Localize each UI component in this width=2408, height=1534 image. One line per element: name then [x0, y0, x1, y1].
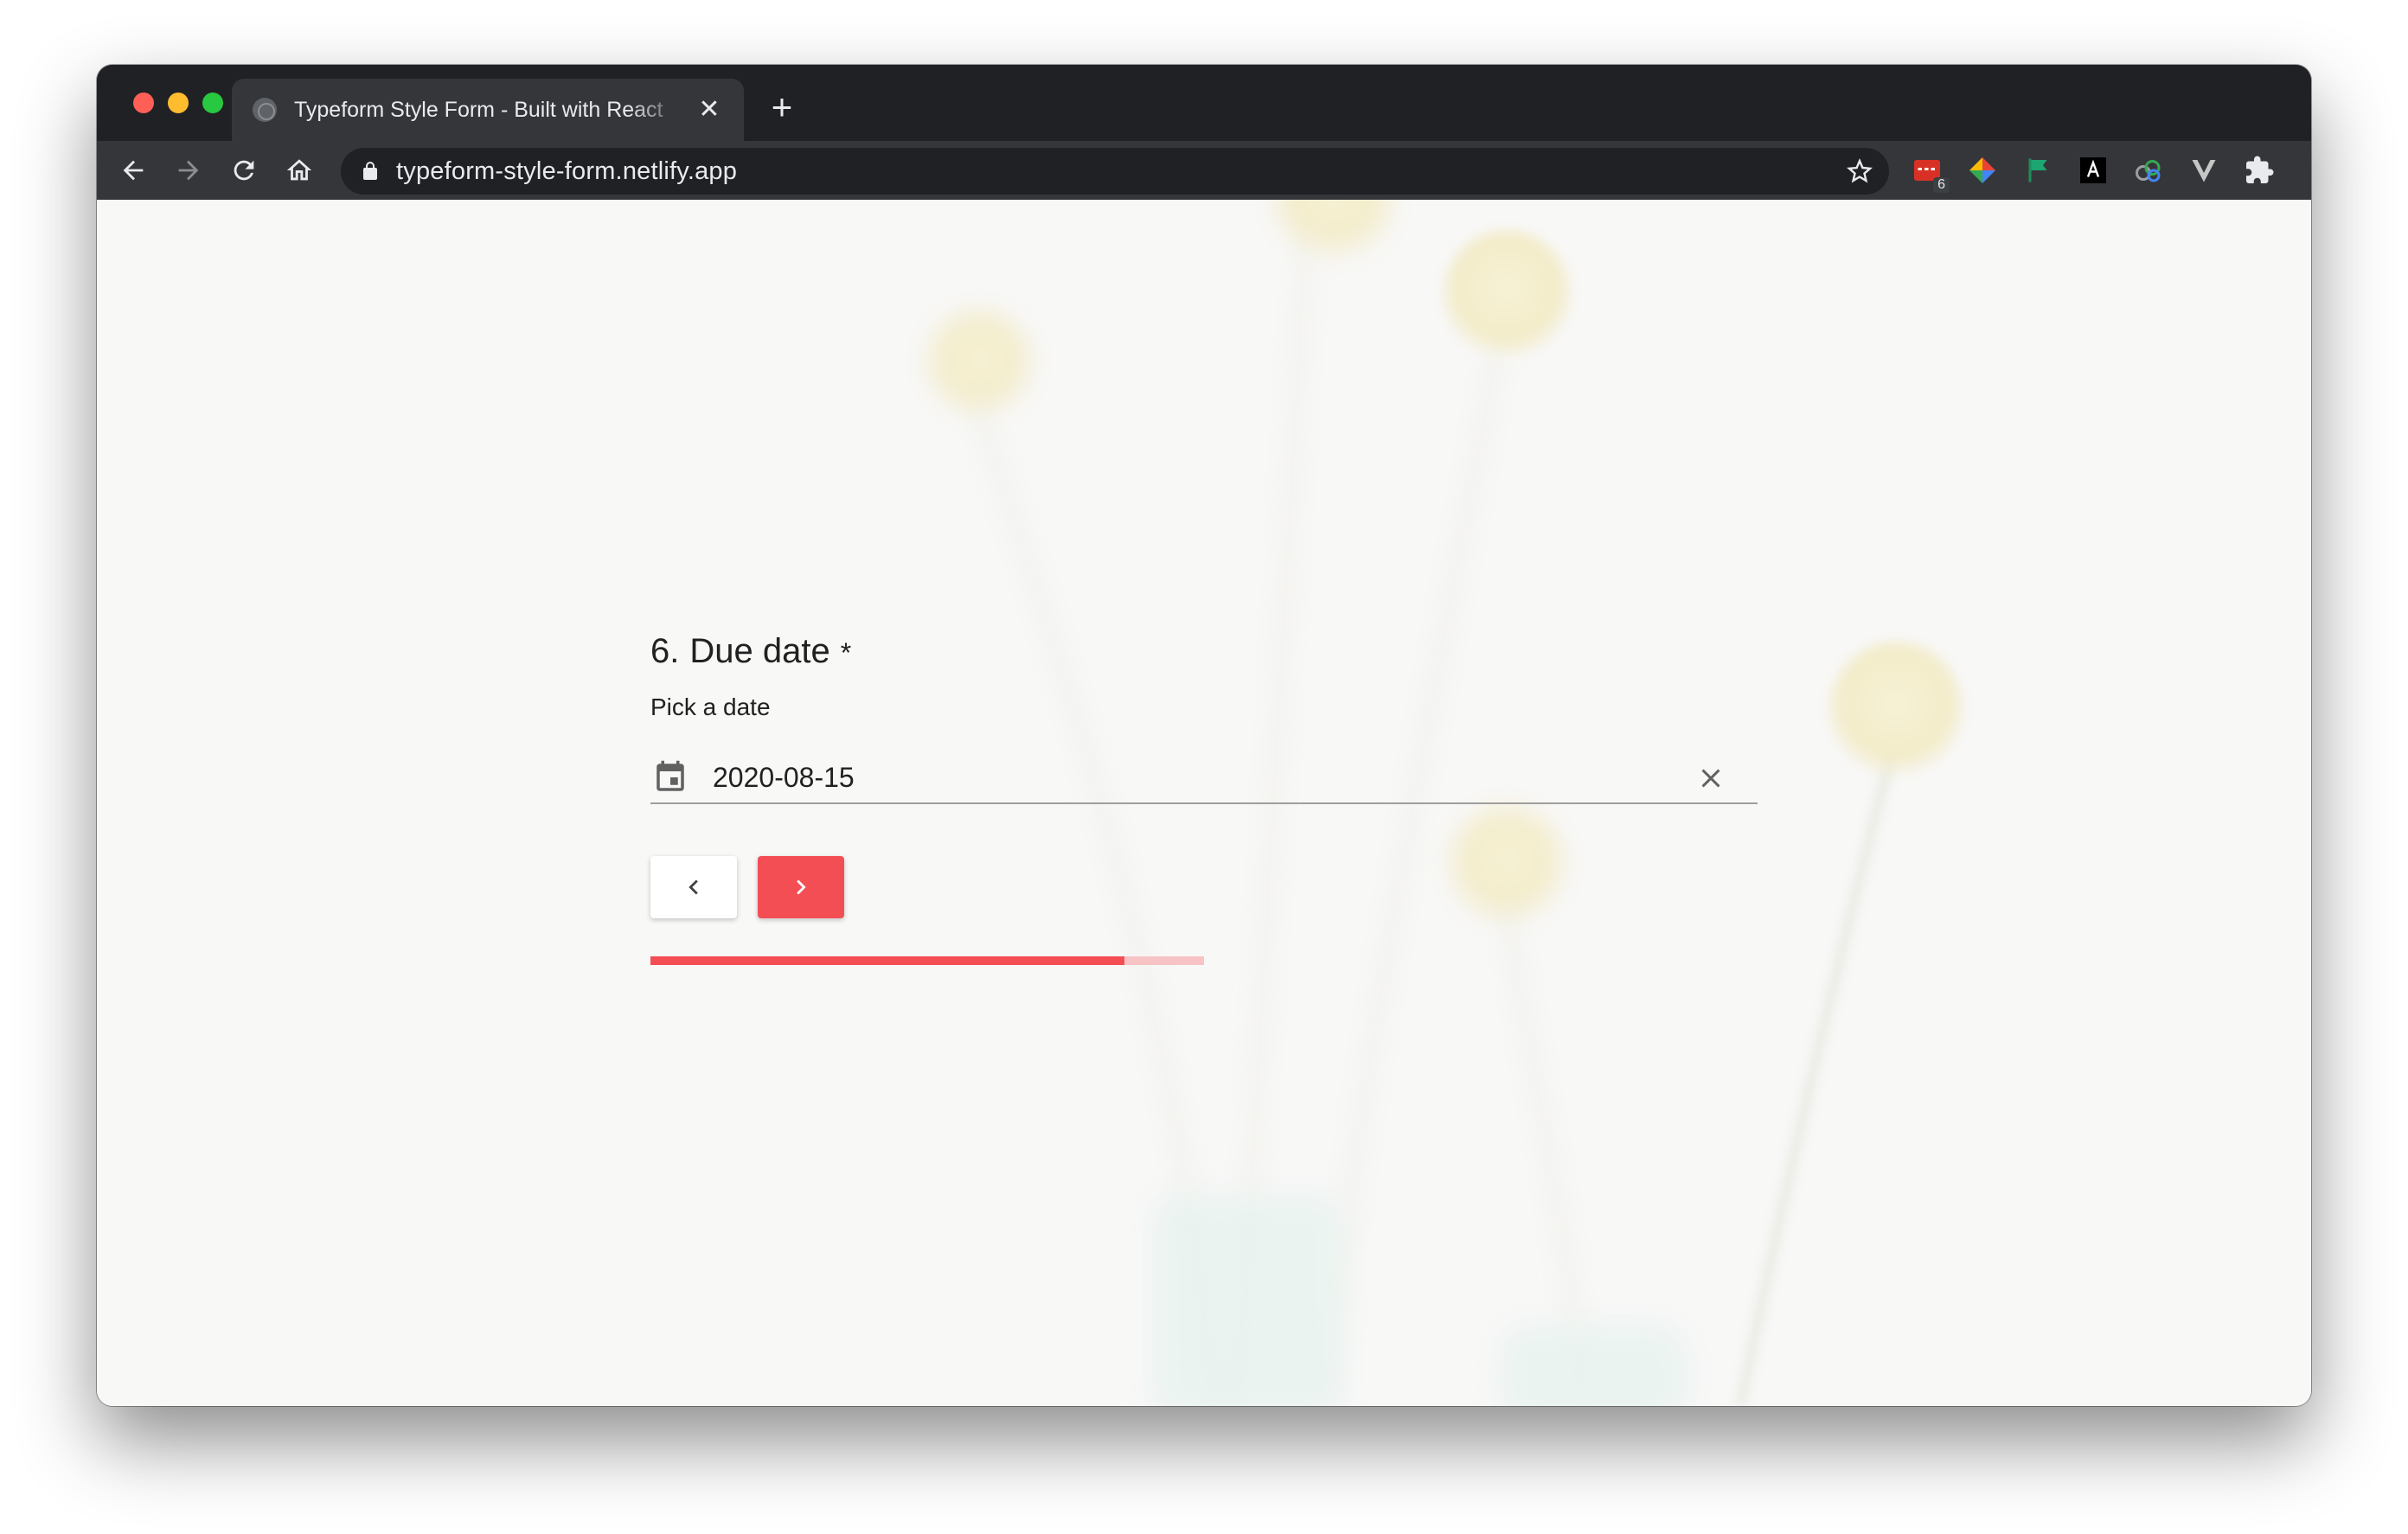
question-heading: 6. Due date *	[650, 632, 1758, 671]
close-window-button[interactable]	[133, 93, 154, 113]
new-tab-button[interactable]: +	[765, 89, 799, 125]
calendar-icon[interactable]	[652, 759, 688, 796]
arrow-left-icon	[123, 160, 144, 181]
navigation-buttons	[650, 856, 1758, 918]
rings-extension-icon[interactable]	[2131, 153, 2166, 188]
arrow-right-icon	[178, 160, 199, 181]
dark-a-extension-icon[interactable]	[2076, 153, 2110, 188]
page-content: 6. Due date * Pick a date	[97, 200, 2311, 1406]
reload-button[interactable]	[223, 150, 265, 191]
tab-close-icon[interactable]: ✕	[695, 97, 723, 123]
tab-strip: Typeform Style Form - Built with React ✕…	[97, 65, 2311, 141]
back-button[interactable]	[112, 150, 154, 191]
browser-tab-active[interactable]: Typeform Style Form - Built with React ✕	[232, 79, 744, 141]
progress-bar	[650, 956, 1204, 965]
extension-badge: 6	[1933, 177, 1950, 193]
previous-button[interactable]	[650, 856, 737, 918]
home-button[interactable]	[279, 150, 320, 191]
required-marker: *	[840, 637, 852, 668]
question-number: 6.	[650, 632, 680, 670]
color-wheel-extension-icon[interactable]	[1965, 153, 2000, 188]
date-field[interactable]	[650, 752, 1758, 804]
puzzle-icon[interactable]	[2242, 153, 2277, 188]
chevron-left-icon	[688, 879, 698, 895]
address-bar[interactable]: typeform-style-form.netlify.app	[341, 148, 1889, 195]
home-icon	[286, 159, 312, 181]
minimize-window-button[interactable]	[168, 93, 189, 113]
reload-icon	[234, 160, 254, 181]
browser-toolbar: typeform-style-form.netlify.app 6	[97, 141, 2311, 200]
flag-extension-icon[interactable]	[2021, 153, 2055, 188]
bookmark-star-icon[interactable]	[1844, 156, 1875, 187]
question-form: 6. Due date * Pick a date	[650, 632, 1758, 965]
clear-date-button[interactable]	[1692, 759, 1730, 797]
tab-title: Typeform Style Form - Built with React	[294, 97, 663, 122]
forward-button[interactable]	[168, 150, 209, 191]
maximize-window-button[interactable]	[202, 93, 223, 113]
lock-icon	[363, 162, 377, 180]
globe-icon	[253, 98, 277, 122]
chevron-right-icon	[797, 879, 806, 895]
date-input[interactable]	[713, 761, 1491, 794]
browser-window: Typeform Style Form - Built with React ✕…	[97, 65, 2311, 1406]
next-button[interactable]	[758, 856, 844, 918]
address-url: typeform-style-form.netlify.app	[396, 157, 738, 185]
close-icon	[1701, 769, 1720, 788]
v-extension-icon[interactable]	[2187, 153, 2221, 188]
question-title: Due date	[689, 632, 830, 670]
progress-bar-fill	[650, 956, 1125, 965]
question-description: Pick a date	[650, 693, 771, 720]
calendar-extension-icon[interactable]: 6	[1910, 153, 1950, 193]
